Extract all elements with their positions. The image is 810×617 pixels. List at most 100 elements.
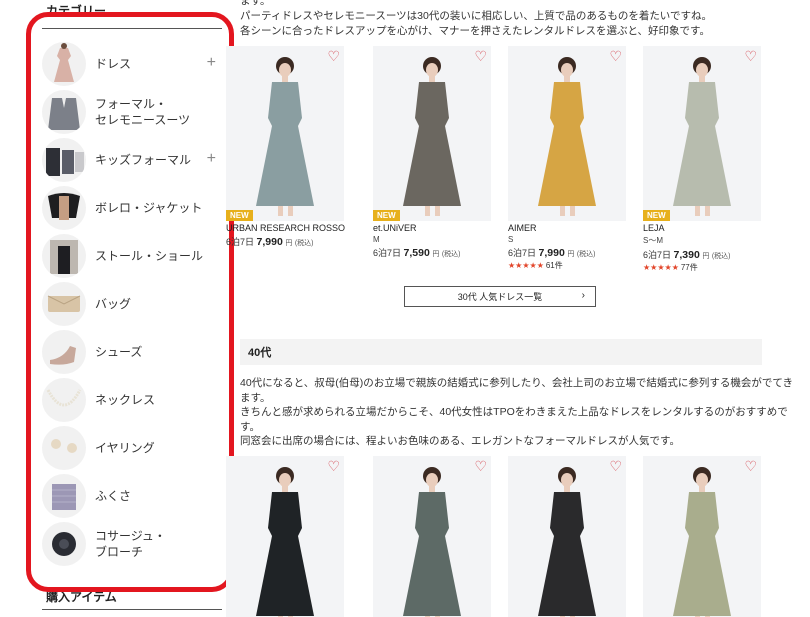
sidebar-category-label: シューズ (95, 345, 143, 359)
expand-plus-icon[interactable]: + (207, 55, 216, 71)
favorite-heart-icon[interactable]: ♡ (609, 49, 622, 63)
category-sidebar: カテゴリー ドレス + フォーマル・ セレモニースーツキッズフォーマル + ボレロ・ジャ… (0, 0, 238, 617)
favorite-heart-icon[interactable]: ♡ (744, 459, 757, 473)
shoes-thumb-icon (42, 330, 86, 374)
favorite-heart-icon[interactable]: ♡ (327, 459, 340, 473)
earring-thumb-icon (42, 426, 86, 470)
sidebar-category-label: ネックレス (95, 393, 156, 407)
bolero-thumb-icon (42, 186, 86, 230)
product-size: S (508, 235, 514, 244)
sidebar-category-item[interactable]: シューズ (42, 328, 224, 376)
text-line: 同窓会に出席の場合には、程よいお色味のある、エレガントなフォーマルドレスが人気で… (240, 435, 680, 448)
product-price: 6泊7日 7,990 円 (税込) (226, 235, 344, 248)
fukusa-thumb-icon (42, 474, 86, 518)
sidebar-category-item[interactable]: イヤリング (42, 424, 224, 472)
product-brand: LEJA (643, 223, 665, 233)
sidebar-category-item[interactable]: フォーマル・ セレモニースーツ (42, 88, 224, 136)
chevron-right-icon: › (581, 290, 585, 301)
necklace-thumb-icon (42, 378, 86, 422)
product-price: 6泊7日 7,390 円 (税込) (643, 248, 761, 261)
sidebar-category-label: コサージュ・ ブローチ (95, 529, 166, 559)
sidebar-category-label: イヤリング (95, 441, 155, 455)
text-line: ます。 (240, 0, 271, 7)
price-unit: 円 (432, 251, 440, 258)
sidebar-category-item[interactable]: ボレロ・ジャケット (42, 184, 224, 232)
sidebar-category-item[interactable]: ふくさ (42, 472, 224, 520)
stole-thumb-icon (42, 234, 86, 278)
product-size: S～M (643, 236, 663, 245)
rental-period: 6泊7日 (643, 250, 672, 260)
favorite-heart-icon[interactable]: ♡ (474, 49, 487, 63)
sidebar-divider (42, 28, 222, 29)
product-image[interactable]: ♡ (226, 456, 344, 617)
stars-icon: ★★★★★ (508, 261, 544, 270)
product-card[interactable]: ♡ (643, 456, 761, 617)
tax-note: (税込) (441, 251, 461, 258)
rental-period: 6泊7日 (373, 248, 402, 258)
product-image[interactable]: ♡ (508, 46, 626, 221)
sidebar-divider (42, 609, 222, 610)
product-image[interactable]: ♡ NEW (226, 46, 344, 221)
section-heading-40s: 40代 (240, 339, 762, 365)
category-list: ドレス + フォーマル・ セレモニースーツキッズフォーマル + ボレロ・ジャケットストー… (42, 40, 224, 568)
model-photo (673, 57, 731, 216)
model-photo (403, 57, 461, 216)
review-count: 77件 (680, 263, 698, 272)
sidebar-category-label: ストール・ショール (95, 249, 204, 263)
product-image[interactable]: ♡ NEW (373, 46, 491, 221)
view-more-label: 30代 人気ドレス一覧 (457, 292, 543, 302)
sidebar-category-label: ドレス (95, 57, 132, 71)
favorite-heart-icon[interactable]: ♡ (474, 459, 487, 473)
sidebar-category-item[interactable]: ストール・ショール (42, 232, 224, 280)
product-card[interactable]: ♡ NEW LEJA S～M 6泊7日 7,390 円 (税込) ★★★★★ 77件 (643, 46, 761, 273)
text-line: す。 (240, 420, 260, 433)
dress-thumb-icon (42, 42, 86, 86)
product-card[interactable]: ♡ AIMER S 6泊7日 7,990 円 (税込) ★★★★★ 61件 (508, 46, 626, 271)
product-image[interactable]: ♡ NEW (643, 46, 761, 221)
text-line: パーティドレスやセレモニースーツは30代の装いに相応しい、上質で品のあるものを着… (240, 10, 712, 22)
tax-note: (税込) (576, 251, 596, 258)
corsage-thumb-icon (42, 522, 86, 566)
price-unit: 円 (702, 253, 710, 260)
product-image[interactable]: ♡ (643, 456, 761, 617)
bag-thumb-icon (42, 282, 86, 326)
sidebar-heading: カテゴリー (46, 4, 107, 18)
star-rating: ★★★★★ 77件 (643, 262, 761, 273)
tax-note: (税込) (294, 240, 314, 247)
model-photo (403, 467, 461, 617)
product-card[interactable]: ♡ (508, 456, 626, 617)
suit-thumb-icon (42, 90, 86, 134)
price-unit: 円 (567, 251, 575, 258)
text-line: 各シーンに合ったドレスアップを心がけ、マナーを押さえたレンタルドレスを選ぶと、好… (240, 25, 710, 37)
favorite-heart-icon[interactable]: ♡ (609, 459, 622, 473)
view-more-30s-button[interactable]: 30代 人気ドレス一覧 › (404, 286, 596, 307)
favorite-heart-icon[interactable]: ♡ (327, 49, 340, 63)
product-image[interactable]: ♡ (508, 456, 626, 617)
sidebar-category-item[interactable]: ドレス + (42, 40, 224, 88)
sidebar-category-label: バッグ (95, 297, 132, 311)
price-value: 7,990 (256, 236, 283, 248)
sidebar-category-item[interactable]: ネックレス (42, 376, 224, 424)
purchase-items-heading: 購入アイテム (46, 590, 117, 604)
product-image[interactable]: ♡ (373, 456, 491, 617)
product-card[interactable]: ♡ NEW URBAN RESEARCH ROSSO 6泊7日 7,990 円 (税込… (226, 46, 345, 248)
product-price: 6泊7日 7,590 円 (税込) (373, 246, 491, 259)
sidebar-category-item[interactable]: キッズフォーマル + (42, 136, 224, 184)
price-value: 7,390 (673, 249, 700, 261)
product-card[interactable]: ♡ NEW et.UNiVER M 6泊7日 7,590 円 (税込) (373, 46, 491, 259)
new-badge: NEW (226, 210, 253, 221)
sidebar-category-label: ふくさ (95, 489, 132, 503)
product-card[interactable]: ♡ (226, 456, 344, 617)
expand-plus-icon[interactable]: + (207, 151, 216, 167)
intro-text: ます。パーティドレスやセレモニースーツは30代の装いに相応しい、上質で品のあるも… (240, 0, 800, 39)
model-photo (256, 467, 314, 617)
sidebar-category-item[interactable]: コサージュ・ ブローチ (42, 520, 224, 568)
product-card[interactable]: ♡ (373, 456, 491, 617)
sidebar-category-label: キッズフォーマル (95, 153, 192, 167)
rental-period: 6泊7日 (226, 237, 255, 247)
tax-note: (税込) (711, 253, 731, 260)
favorite-heart-icon[interactable]: ♡ (744, 49, 757, 63)
sidebar-category-item[interactable]: バッグ (42, 280, 224, 328)
product-price: 6泊7日 7,990 円 (税込) (508, 246, 626, 259)
product-brand: et.UNiVER (373, 223, 417, 233)
